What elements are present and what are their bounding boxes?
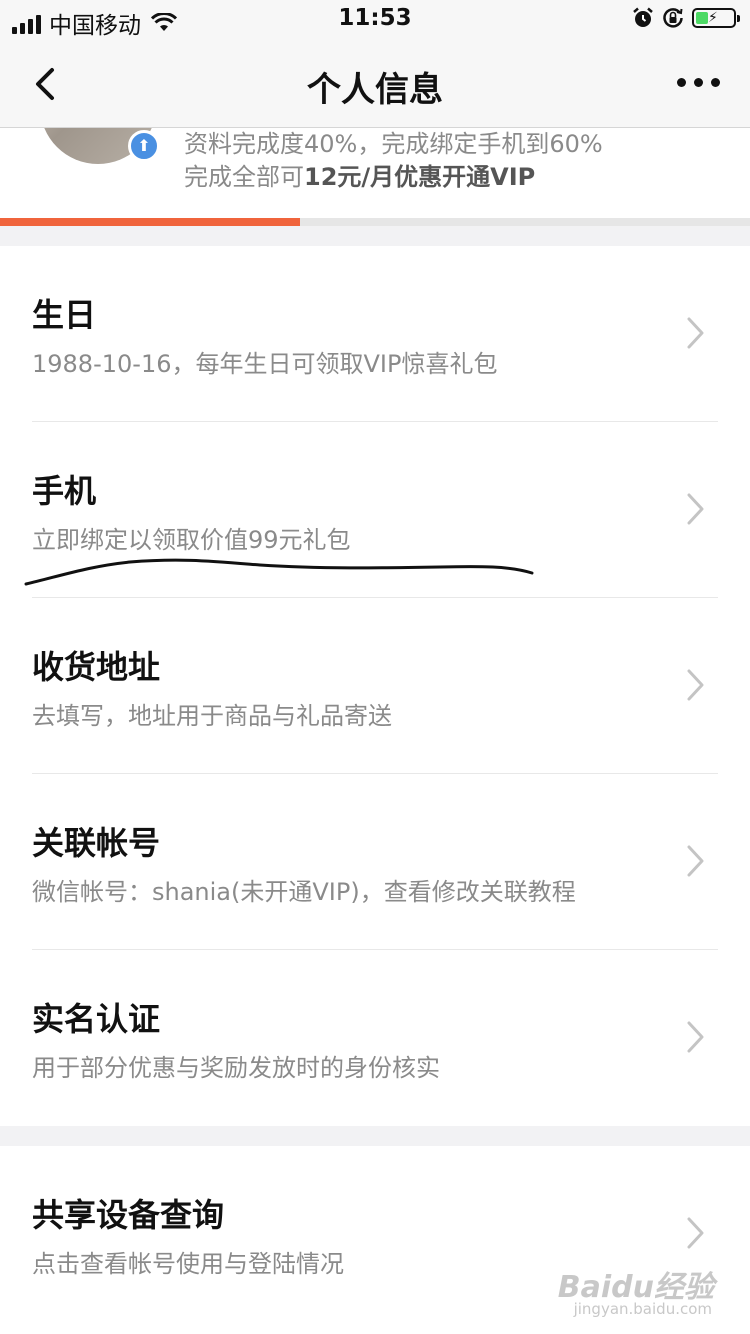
chevron-right-icon <box>687 317 704 349</box>
completion-progress-fill <box>0 218 300 226</box>
battery-icon: ⚡ <box>692 8 740 28</box>
list-item-title: 实名认证 <box>32 1000 161 1038</box>
list-item-title: 手机 <box>32 472 97 510</box>
list-item-birthday[interactable]: 生日 1988-10-16，每年生日可领取VIP惊喜礼包 <box>32 246 718 422</box>
vip-offer-prefix: 完成全部可 <box>184 163 304 191</box>
list-item-real-name-verification[interactable]: 实名认证 用于部分优惠与奖励发放时的身份核实 <box>32 950 718 1126</box>
dot-icon <box>694 78 703 87</box>
chevron-right-icon <box>687 1217 704 1249</box>
alarm-icon <box>633 7 653 27</box>
list-item-subtitle: 点击查看帐号使用与登陆情况 <box>32 1250 344 1278</box>
list-item-address[interactable]: 收货地址 去填写，地址用于商品与礼品寄送 <box>32 598 718 774</box>
watermark-url: jingyan.baidu.com <box>573 1300 712 1318</box>
vip-offer-text: 完成全部可12元/月优惠开通VIP <box>184 157 535 192</box>
list-item-title: 关联帐号 <box>32 824 161 862</box>
chevron-right-icon <box>687 1021 704 1053</box>
rotation-lock-icon <box>663 8 683 28</box>
list-item-subtitle: 去填写，地址用于商品与礼品寄送 <box>32 702 392 730</box>
list-item-subtitle: 微信帐号：shania(未开通VIP)，查看修改关联教程 <box>32 878 576 906</box>
dot-icon <box>711 78 720 87</box>
vip-offer-price: 12元/月优惠开通VIP <box>304 163 536 191</box>
chevron-right-icon <box>687 493 704 525</box>
page-title: 个人信息 <box>307 70 443 110</box>
profile-header: ⬆ 资料完成度40%，完成绑定手机到60% 完成全部可12元/月优惠开通VIP <box>0 128 750 218</box>
more-options-button[interactable] <box>677 78 720 87</box>
annotation-scribble <box>24 558 534 586</box>
info-list: 生日 1988-10-16，每年生日可领取VIP惊喜礼包 手机 立即绑定以领取价… <box>0 246 750 1126</box>
list-item-subtitle: 1988-10-16，每年生日可领取VIP惊喜礼包 <box>32 350 498 378</box>
completion-text: 资料完成度40%，完成绑定手机到60% <box>184 130 603 158</box>
navigation-bar: 个人信息 <box>0 40 750 128</box>
list-item-title: 收货地址 <box>32 648 161 686</box>
chevron-right-icon <box>687 845 704 877</box>
dot-icon <box>677 78 686 87</box>
status-bar: 中国移动 11:53 ⚡ <box>0 0 750 40</box>
list-item-linked-account[interactable]: 关联帐号 微信帐号：shania(未开通VIP)，查看修改关联教程 <box>32 774 718 950</box>
list-item-title: 生日 <box>32 296 97 334</box>
completion-progress-bar <box>0 218 750 226</box>
upload-icon[interactable]: ⬆ <box>128 130 160 162</box>
chevron-right-icon <box>687 669 704 701</box>
list-item-title: 共享设备查询 <box>32 1196 225 1234</box>
list-item-subtitle: 用于部分优惠与奖励发放时的身份核实 <box>32 1054 440 1082</box>
